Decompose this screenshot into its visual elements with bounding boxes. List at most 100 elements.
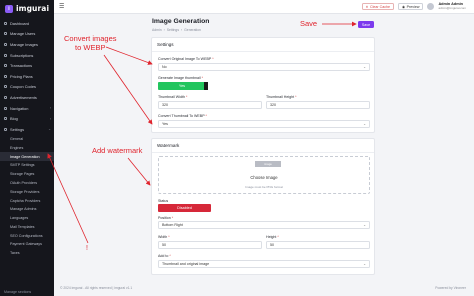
thumbnail-label: Generate Image thumbnail * bbox=[158, 76, 203, 80]
sidebar-item-label: Manage Images bbox=[10, 41, 38, 47]
sidebar-item[interactable]: Dashboard bbox=[0, 18, 54, 29]
toggle-knob[interactable] bbox=[204, 82, 208, 90]
watermark-annotation: Add watermark bbox=[92, 146, 143, 155]
clear-cache-button[interactable]: ✕ Clear Cache bbox=[361, 3, 394, 10]
thumbnail-toggle[interactable]: Yes bbox=[158, 82, 206, 90]
sidebar-item[interactable]: Manage Images bbox=[0, 39, 54, 50]
sidebar-subitem[interactable]: Captcha Providers bbox=[0, 196, 54, 205]
position-label-text: Position bbox=[158, 216, 171, 220]
image-icon bbox=[4, 42, 7, 46]
sidebar-item[interactable]: Settings ⌄ bbox=[0, 124, 54, 135]
sidebar-subitem[interactable]: Mail Templates bbox=[0, 223, 54, 232]
width-label: Width * bbox=[158, 235, 170, 239]
home-icon bbox=[4, 21, 7, 25]
clear-cache-label: Clear Cache bbox=[370, 4, 390, 9]
breadcrumb-item[interactable]: Settings bbox=[167, 28, 179, 32]
add-to-label-text: Add to bbox=[158, 254, 169, 258]
sidebar-item[interactable]: Pricing Plans bbox=[0, 71, 54, 82]
sidebar-item[interactable]: Coupon Codes bbox=[0, 82, 54, 93]
thumbnail-label-text: Generate Image thumbnail bbox=[158, 76, 201, 80]
logo[interactable]: i imgurai bbox=[0, 0, 54, 14]
sidebar-subitem[interactable]: SEO Configurations bbox=[0, 231, 54, 240]
sidebar-subitem[interactable]: OAuth Providers bbox=[0, 179, 54, 188]
breadcrumb-item[interactable]: Admin bbox=[152, 28, 162, 32]
breadcrumb-separator: › bbox=[163, 28, 165, 32]
height-input[interactable]: 50 bbox=[266, 241, 370, 249]
sidebar-item-label: Dashboard bbox=[10, 20, 30, 26]
card-icon bbox=[4, 53, 7, 57]
sidebar-subitem[interactable]: SMTP Settings bbox=[0, 161, 54, 170]
sidebar-item[interactable]: Manage Users bbox=[0, 29, 54, 40]
sidebar-item-label: Navigation bbox=[10, 105, 29, 111]
arrow-to-image-generation bbox=[47, 153, 89, 244]
breadcrumb-separator: › bbox=[181, 28, 183, 32]
thumb-height-input[interactable]: 320 bbox=[266, 101, 370, 109]
sidebar-item-label: Coupon Codes bbox=[10, 84, 36, 90]
sidebar-subitem[interactable]: Engines bbox=[0, 143, 54, 152]
sidebar-item-label: Transactions bbox=[10, 63, 33, 69]
pen-icon bbox=[4, 117, 7, 121]
thumb-height-label: Thumbnail Height * bbox=[266, 95, 297, 99]
settings-card-title: Settings bbox=[152, 38, 374, 52]
sidebar-item[interactable]: Blog › bbox=[0, 113, 54, 124]
sidebar-item[interactable]: Subscriptions bbox=[0, 50, 54, 61]
sidebar-item[interactable]: Transactions bbox=[0, 60, 54, 71]
sidebar-subitem[interactable]: Taxes bbox=[0, 249, 54, 258]
settings-card: Settings Convert Original Image To WEBP … bbox=[151, 37, 375, 133]
sidebar-subitem[interactable]: Image Generation bbox=[0, 152, 54, 161]
convert-thumb-value: Yes bbox=[162, 122, 168, 126]
image-format-hint: Image must be PNG format bbox=[245, 185, 283, 189]
status-label: Status bbox=[158, 199, 169, 203]
save-button[interactable]: Save bbox=[358, 21, 374, 28]
position-value: Bottom Right bbox=[162, 223, 183, 227]
sidebar-subitem[interactable]: Manage Admins bbox=[0, 205, 54, 214]
thumb-height-label-text: Thumbnail Height bbox=[266, 95, 295, 99]
sidebar-nav: Dashboard Manage Users Manage Images Subscr… bbox=[0, 18, 54, 135]
avatar[interactable] bbox=[427, 3, 435, 10]
admin-info[interactable]: Admin Admin admin@imgurai.com bbox=[438, 2, 466, 10]
arrow-to-convert-thumbnail bbox=[103, 54, 153, 125]
add-to-value: Thumbnail and original image bbox=[162, 262, 210, 266]
convert-webp-value: No bbox=[162, 65, 167, 69]
app-window: i imgurai Dashboard Manage Users Manage Im… bbox=[0, 0, 474, 296]
page-title: Image Generation bbox=[152, 18, 210, 25]
trash-icon: ✕ bbox=[365, 4, 369, 9]
chevron-icon: › bbox=[49, 106, 51, 111]
position-label: Position * bbox=[158, 216, 174, 220]
watermark-dropzone[interactable]: image Choose Image Image must be PNG for… bbox=[158, 156, 370, 194]
sidebar-subitem[interactable]: Languages bbox=[0, 214, 54, 223]
sidebar-item[interactable]: Advertisements bbox=[0, 92, 54, 103]
settings-submenu: General Engines Image Generation SMTP Setti… bbox=[0, 135, 54, 258]
tag-icon bbox=[4, 74, 7, 78]
convert-webp-label: Convert Original Image To WEBP * bbox=[158, 57, 214, 61]
sidebar-subitem[interactable]: Storage Pages bbox=[0, 170, 54, 179]
width-input[interactable]: 50 bbox=[158, 241, 262, 249]
footer-copyright: © 2024 imgurai - All rights reserved | i… bbox=[60, 286, 133, 290]
sidebar-subitem[interactable]: Payment Gateways bbox=[0, 240, 54, 249]
chevron-icon: › bbox=[49, 116, 51, 121]
sidebar-item-label: Pricing Plans bbox=[10, 73, 33, 79]
chevron-down-icon: ⌄ bbox=[363, 262, 366, 266]
gear-icon bbox=[4, 127, 7, 131]
add-to-label: Add to * bbox=[158, 254, 171, 258]
convert-thumb-select[interactable]: Yes ⌄ bbox=[158, 120, 370, 128]
sidebar-item-label: Subscriptions bbox=[10, 52, 34, 58]
preview-label: Preview bbox=[406, 4, 420, 9]
sidebar-subitem[interactable]: General bbox=[0, 135, 54, 144]
sidebar-item[interactable]: Navigation › bbox=[0, 103, 54, 114]
convert-webp-select[interactable]: No ⌄ bbox=[158, 63, 370, 71]
convert-webp-annotation: Convert images to WEBP bbox=[64, 34, 117, 52]
watermark-card-title: Watermark bbox=[152, 139, 374, 153]
hamburger-menu-icon[interactable]: ☰ bbox=[59, 3, 64, 10]
breadcrumb-item[interactable]: Generation bbox=[184, 28, 201, 32]
status-toggle[interactable]: Disabled bbox=[158, 204, 211, 212]
sidebar-subitem[interactable]: Storage Providers bbox=[0, 187, 54, 196]
add-to-select[interactable]: Thumbnail and original image ⌄ bbox=[158, 260, 370, 268]
preview-button[interactable]: ◉ Preview bbox=[398, 3, 424, 10]
thumb-width-input[interactable]: 320 bbox=[158, 101, 262, 109]
position-select[interactable]: Bottom Right ⌄ bbox=[158, 221, 370, 229]
choose-image-label: Choose Image bbox=[250, 175, 278, 180]
sidebar-item-label: Blog bbox=[10, 116, 18, 122]
chevron-down-icon: ⌄ bbox=[363, 65, 366, 69]
arrow-to-watermark-card bbox=[127, 157, 151, 186]
